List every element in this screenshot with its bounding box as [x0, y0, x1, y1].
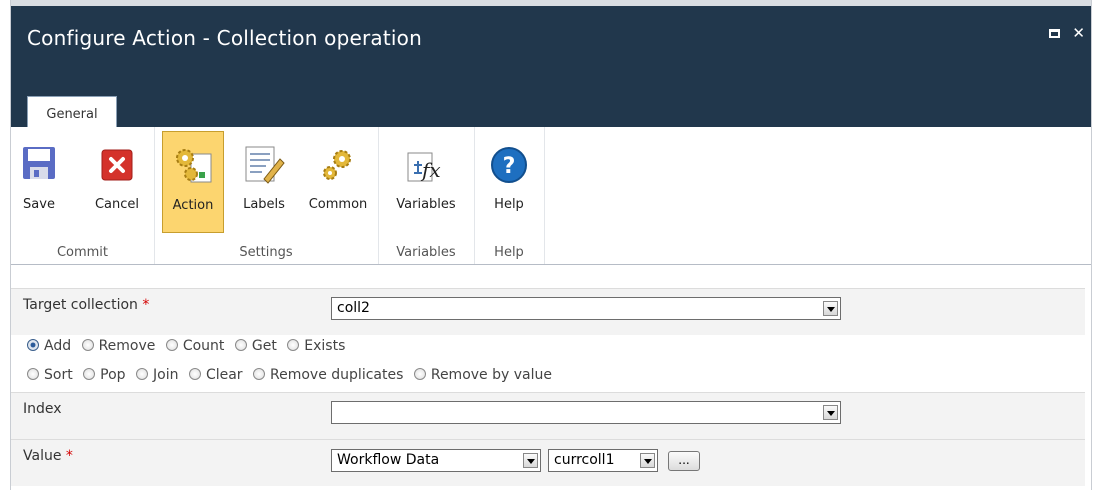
ribbon-group-settings: Action Labels Common Settings [154, 127, 379, 264]
radio-label: Clear [205, 367, 243, 383]
group-label-help: Help [494, 245, 524, 260]
dialog-title: Configure Action - Collection operation [27, 26, 422, 50]
target-collection-select[interactable]: coll2 [331, 297, 841, 320]
value-variable-select[interactable]: currcoll1 [548, 449, 658, 472]
index-select[interactable] [331, 401, 841, 424]
radio-pop[interactable]: Pop [83, 367, 126, 383]
required-mark: * [142, 297, 150, 313]
radio-label: Remove by value [430, 367, 552, 383]
index-label: Index [23, 401, 62, 417]
common-gears-icon [323, 150, 351, 180]
chevron-down-icon[interactable] [523, 453, 538, 468]
radio-exists[interactable]: Exists [287, 338, 345, 354]
operations-row-2: Sort Pop Join Clear Remove duplicates Re… [27, 367, 558, 383]
target-collection-label-text: Target collection [23, 297, 138, 313]
help-label: Help [494, 197, 524, 212]
radio-icon[interactable] [83, 368, 96, 380]
labels-icon [245, 146, 285, 184]
action-label: Action [172, 198, 214, 213]
labels-label: Labels [243, 197, 285, 212]
svg-text:fx: fx [420, 158, 441, 182]
group-label-settings: Settings [239, 245, 293, 260]
title-bar: Configure Action - Collection operation … [11, 0, 1091, 134]
labels-button[interactable]: Labels [234, 131, 294, 233]
radio-sort[interactable]: Sort [27, 367, 73, 383]
variables-label: Variables [396, 197, 456, 212]
svg-text:?: ? [503, 154, 516, 179]
radio-remove-by-value[interactable]: Remove by value [413, 367, 552, 383]
radio-label: Add [44, 338, 72, 354]
group-label-variables: Variables [396, 245, 456, 260]
dialog-window: Configure Action - Collection operation … [10, 0, 1092, 490]
cancel-label: Cancel [94, 197, 140, 212]
ribbon-group-variables: fx Variables Variables [378, 127, 475, 264]
radio-label: Get [251, 338, 277, 354]
close-icon[interactable]: ✕ [1072, 24, 1085, 42]
help-button[interactable]: ? Help [482, 131, 536, 233]
ribbon-toolbar: Save Cancel Commit Action Labels Common … [11, 127, 1091, 265]
radio-icon[interactable] [287, 339, 300, 351]
value-source-value: Workflow Data [337, 452, 440, 468]
radio-label: Count [182, 338, 225, 354]
target-collection-value: coll2 [337, 300, 370, 316]
maximize-icon[interactable] [1048, 29, 1060, 38]
radio-icon[interactable] [188, 368, 201, 380]
radio-selected-icon[interactable] [27, 339, 39, 351]
chevron-down-icon[interactable] [823, 301, 838, 316]
target-collection-row: Target collection * coll2 [11, 288, 1085, 335]
ribbon-group-commit: Save Cancel Commit [11, 127, 155, 264]
radio-icon[interactable] [81, 339, 94, 351]
action-gears-icon [176, 149, 212, 183]
operations-row-1: Add Remove Count Get Exists [27, 338, 351, 354]
radio-get[interactable]: Get [234, 338, 277, 354]
radio-icon[interactable] [413, 368, 426, 380]
index-row: Index [11, 392, 1085, 439]
save-icon [23, 147, 55, 179]
save-button[interactable]: Save [17, 131, 61, 233]
radio-join[interactable]: Join [136, 367, 178, 383]
value-label-text: Value [23, 448, 62, 464]
radio-icon[interactable] [27, 368, 39, 380]
value-label: Value * [23, 448, 73, 464]
radio-remove[interactable]: Remove [81, 338, 156, 354]
variables-button[interactable]: fx Variables [386, 131, 466, 233]
cancel-button[interactable]: Cancel [91, 131, 143, 233]
chevron-down-icon[interactable] [823, 405, 838, 420]
radio-label: Sort [44, 367, 73, 383]
browse-button[interactable]: ... [668, 451, 700, 471]
common-label: Common [308, 197, 368, 212]
radio-label: Remove duplicates [270, 367, 404, 383]
variables-fx-icon: fx [407, 152, 441, 182]
save-label: Save [23, 197, 55, 212]
radio-label: Remove [98, 338, 156, 354]
radio-icon[interactable] [165, 339, 178, 351]
radio-label: Join [153, 367, 179, 383]
help-icon: ? [491, 147, 527, 183]
radio-add[interactable]: Add [27, 338, 71, 354]
radio-icon[interactable] [253, 368, 266, 380]
radio-label: Exists [304, 338, 346, 354]
cancel-icon [101, 149, 133, 181]
window-controls: ✕ [1041, 24, 1085, 42]
group-label-commit: Commit [56, 245, 109, 260]
value-variable-value: currcoll1 [554, 452, 615, 468]
common-button[interactable]: Common [302, 131, 374, 233]
value-source-select[interactable]: Workflow Data [331, 449, 541, 472]
chevron-down-icon[interactable] [640, 453, 655, 468]
action-button[interactable]: Action [162, 131, 224, 233]
required-mark: * [65, 448, 73, 464]
radio-count[interactable]: Count [165, 338, 225, 354]
value-row: Value * Workflow Data currcoll1 ... [11, 439, 1085, 486]
radio-icon[interactable] [136, 368, 149, 380]
radio-label: Pop [100, 367, 126, 383]
radio-icon[interactable] [234, 339, 247, 351]
ribbon-group-help: ? Help Help [474, 127, 545, 264]
radio-clear[interactable]: Clear [188, 367, 243, 383]
radio-remove-duplicates[interactable]: Remove duplicates [253, 367, 403, 383]
target-collection-label: Target collection * [23, 297, 149, 313]
